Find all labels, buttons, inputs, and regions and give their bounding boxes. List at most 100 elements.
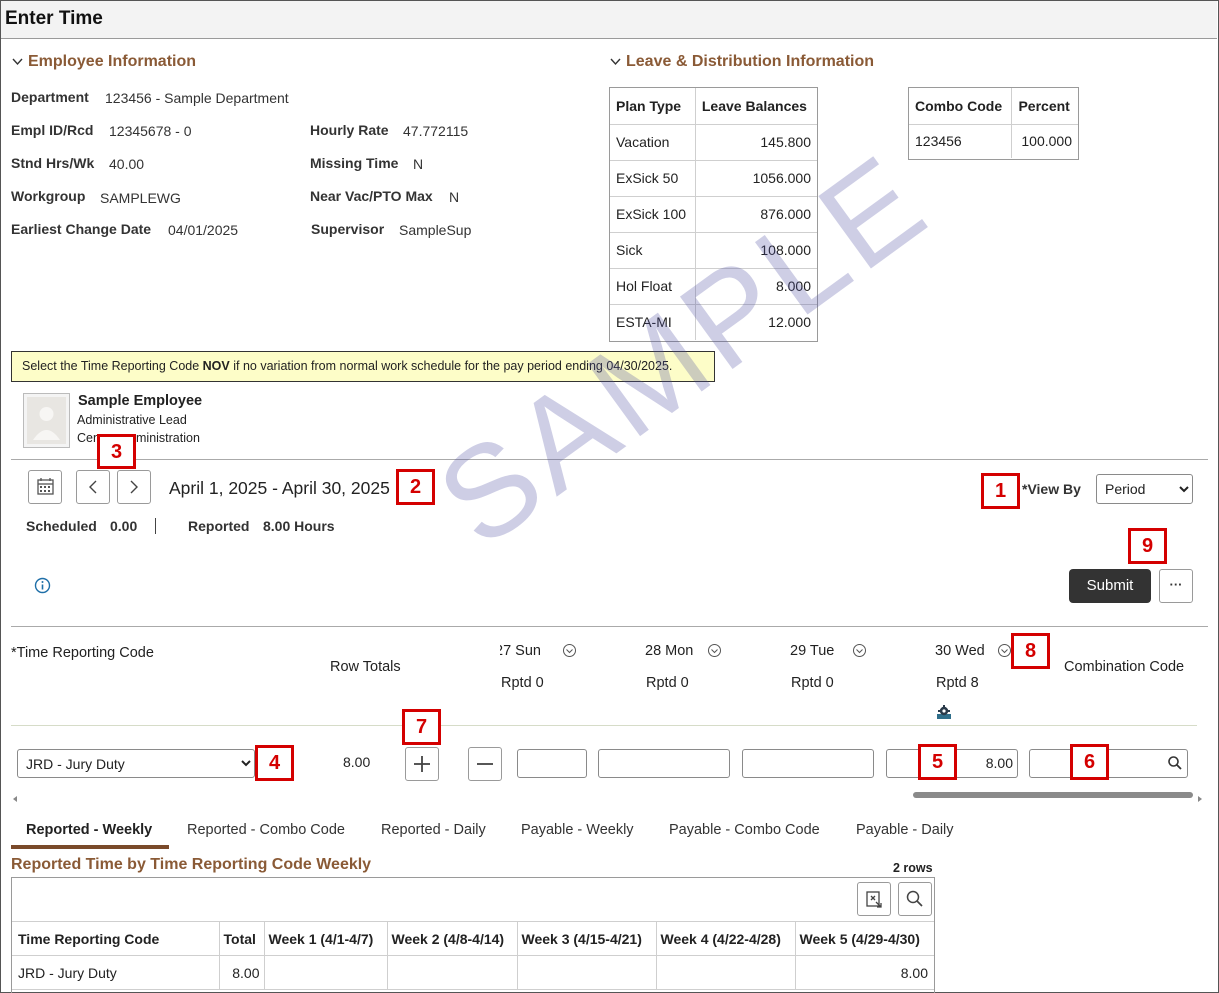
day-rptd: Rptd 0 [501, 675, 544, 690]
department-value: 123456 - Sample Department [105, 90, 289, 106]
nov-notice: Select the Time Reporting Code NOV if no… [11, 351, 715, 382]
employee-dept-end: ministration [136, 431, 200, 445]
callout-8: 8 [1011, 633, 1050, 669]
employee-job-title: Administrative Lead [77, 413, 187, 427]
avatar [23, 393, 70, 448]
combo-code-header: Combo Code [909, 88, 1013, 125]
tab-payable-weekly[interactable]: Payable - Weekly [521, 822, 634, 838]
day-label: 29 Tue [790, 643, 835, 659]
report-col-week4: Week 4 (4/22-4/28) [655, 921, 796, 956]
chevron-down-circle-icon[interactable] [852, 643, 867, 658]
report-col-week1: Week 1 (4/1-4/7) [263, 921, 388, 956]
report-col-week3: Week 3 (4/15-4/21) [516, 921, 657, 956]
scheduled-label: Scheduled [26, 518, 97, 534]
minus-icon [477, 763, 493, 765]
next-period-button[interactable] [117, 470, 151, 504]
report-cell-week3 [516, 955, 657, 990]
leave-balance: 145.800 [695, 123, 817, 161]
report-cell-week4 [655, 955, 796, 990]
hours-input-tue[interactable] [742, 749, 874, 778]
hours-input-sun[interactable] [517, 749, 587, 778]
day-column-sun: 27 Sun Rptd 0 [500, 642, 610, 690]
chevron-right-icon [130, 480, 138, 494]
report-cell-week1 [263, 955, 388, 990]
delete-row-button[interactable] [468, 747, 502, 781]
hours-input-mon[interactable] [598, 749, 730, 778]
scroll-left-arrow[interactable] [11, 790, 19, 806]
scrollbar-thumb[interactable] [913, 792, 1193, 798]
employee-info-header[interactable]: Employee Information [11, 53, 196, 71]
calendar-button[interactable] [28, 470, 62, 504]
plan-type-header: Plan Type [610, 88, 696, 125]
callout-5: 5 [918, 744, 957, 780]
find-button[interactable] [898, 882, 932, 916]
view-by-select[interactable]: Period [1096, 474, 1193, 504]
chevron-down-circle-icon[interactable] [997, 643, 1012, 658]
day-rptd: Rptd 8 [936, 675, 979, 691]
plan-type: Vacation [610, 123, 696, 161]
export-button[interactable] [857, 882, 891, 916]
near-vac-label: Near Vac/PTO Max [310, 188, 433, 204]
leave-row: Vacation 145.800 [610, 123, 817, 161]
callout-9: 9 [1128, 528, 1167, 564]
more-actions-button[interactable]: ··· [1159, 569, 1193, 603]
leave-balance: 12.000 [695, 303, 817, 340]
calendar-icon [37, 478, 54, 495]
report-grid: Time Reporting Code Total Week 1 (4/1-4/… [11, 877, 935, 993]
plan-type: Sick [610, 231, 696, 269]
submit-button[interactable]: Submit [1069, 569, 1151, 603]
previous-period-button[interactable] [76, 470, 110, 504]
separator [155, 518, 156, 534]
export-icon [866, 891, 882, 908]
tab-payable-daily[interactable]: Payable - Daily [856, 822, 954, 838]
percent-header: Percent [1011, 88, 1078, 125]
hourly-rate-label: Hourly Rate [310, 122, 389, 138]
search-icon [906, 890, 923, 907]
row-total-value: 8.00 [343, 754, 371, 770]
plan-type: ExSick 50 [610, 159, 696, 197]
chevron-down-circle-icon[interactable] [707, 643, 722, 658]
supervisor-value: SampleSup [399, 222, 472, 238]
active-tab-indicator [11, 845, 169, 849]
report-cell-week5: 8.00 [794, 955, 934, 990]
plus-icon [414, 756, 430, 772]
day-label: 27 Sun [500, 643, 541, 659]
near-vac-value: N [449, 189, 460, 205]
title-bar: Enter Time [1, 1, 1217, 39]
leave-row: ExSick 50 1056.000 [610, 159, 817, 197]
divider [11, 626, 1208, 627]
tab-reported-daily[interactable]: Reported - Daily [381, 822, 486, 838]
leave-balances-header: Leave Balances [694, 88, 817, 125]
page-title: Enter Time [5, 8, 103, 29]
workgroup-label: Workgroup [11, 188, 86, 204]
leave-balances-table: Plan Type Leave Balances Vacation 145.800… [610, 88, 817, 340]
search-icon[interactable] [1167, 755, 1183, 771]
combo-row: 123456 100.000 [909, 123, 1078, 158]
leave-info-header[interactable]: Leave & Distribution Information [609, 53, 874, 71]
report-cell-total: 8.00 [218, 955, 265, 990]
leave-header-row: Plan Type Leave Balances [610, 88, 817, 125]
leave-balance: 8.000 [695, 267, 817, 305]
tab-payable-combo-code[interactable]: Payable - Combo Code [669, 822, 820, 838]
combo-code-value: 123456 [909, 123, 1013, 158]
report-col-week2: Week 2 (4/8-4/14) [386, 921, 518, 956]
info-button[interactable] [34, 577, 51, 597]
day-column-mon: 28 Mon Rptd 0 [645, 642, 755, 691]
report-cell-trc: JRD - Jury Duty [12, 955, 220, 990]
day-column-tue: 29 Tue Rptd 0 [790, 642, 900, 691]
row-count: 2 rows [893, 861, 933, 875]
tab-reported-weekly[interactable]: Reported - Weekly [26, 822, 152, 838]
employee-name: Sample Employee [78, 393, 203, 409]
day-rptd: Rptd 0 [791, 675, 834, 691]
table-row: JRD - Jury Duty 8.00 8.00 [12, 955, 934, 990]
day-label: 28 Mon [645, 643, 694, 659]
trc-select[interactable]: JRD - Jury Duty [17, 749, 255, 778]
scroll-right-arrow[interactable] [1196, 790, 1204, 806]
chevron-down-circle-icon[interactable] [562, 643, 577, 658]
leave-balances-box: Plan Type Leave Balances Vacation 145.800… [609, 87, 818, 342]
tab-reported-combo-code[interactable]: Reported - Combo Code [187, 822, 345, 838]
missing-time-value: N [413, 156, 424, 172]
add-row-button[interactable] [405, 747, 439, 781]
schedule-gear-icon[interactable] [936, 704, 952, 720]
hourly-rate-value: 47.772115 [403, 123, 469, 139]
